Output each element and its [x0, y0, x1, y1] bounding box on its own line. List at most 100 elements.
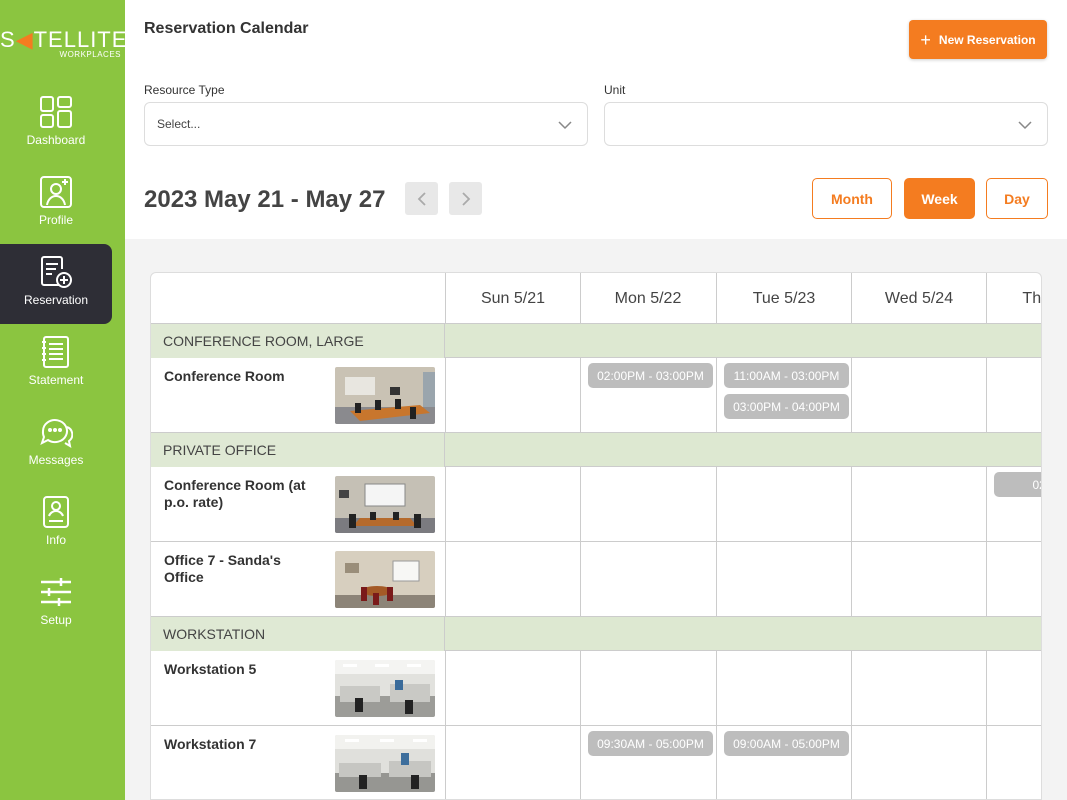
resource-photo [335, 660, 435, 717]
unit-label: Unit [604, 83, 626, 97]
day-cell[interactable] [580, 467, 715, 542]
day-cell[interactable] [986, 358, 1041, 433]
info-icon [43, 496, 69, 528]
day-cell[interactable] [716, 542, 851, 617]
brand-logo[interactable]: S◀TELLITE WORKPLACES [0, 27, 126, 60]
chevron-right-icon [461, 191, 470, 206]
page-title: Reservation Calendar [144, 20, 309, 37]
sidebar-item-label: Profile [38, 213, 73, 227]
resource-row: Workstation 5 [151, 651, 1041, 726]
setup-icon [41, 578, 71, 606]
resource-row: Office 7 - Sanda's Office [151, 542, 1041, 617]
profile-icon [40, 176, 72, 208]
day-cell[interactable] [851, 467, 986, 542]
sidebar: S◀TELLITE WORKPLACES Dashboard Profile R… [0, 0, 126, 800]
sidebar-item-reservation[interactable]: Reservation [0, 244, 112, 324]
resource-name[interactable]: Office 7 - Sanda's Office [164, 552, 324, 586]
resource-row: Conference Room (at p.o. rate) 02:00PM [151, 467, 1041, 542]
day-cell[interactable] [580, 542, 715, 617]
sidebar-item-info[interactable]: Info [0, 484, 112, 564]
resource-name[interactable]: Conference Room [164, 368, 324, 385]
day-cell[interactable] [851, 651, 986, 726]
next-week-button[interactable] [449, 182, 482, 215]
sidebar-item-label: Statement [28, 373, 84, 387]
view-day-button[interactable]: Day [986, 178, 1048, 219]
logo-triangle-icon: ◀ [15, 27, 34, 52]
day-cell[interactable] [445, 542, 580, 617]
day-header[interactable]: Sun 5/21 [445, 273, 580, 324]
section-label: PRIVATE OFFICE [151, 433, 445, 467]
resource-name[interactable]: Workstation 5 [164, 661, 324, 678]
reservation-block[interactable]: 09:30AM - 05:00PM [588, 731, 713, 756]
day-header[interactable]: Tue 5/23 [716, 273, 851, 324]
day-header[interactable]: Wed 5/24 [851, 273, 986, 324]
sidebar-item-profile[interactable]: Profile [0, 164, 112, 244]
resource-row: Conference Room 02:00PM - 03:00PM 11:00AM … [151, 358, 1041, 433]
sidebar-item-statement[interactable]: Statement [0, 324, 112, 404]
sidebar-item-label: Reservation [23, 293, 89, 307]
sidebar-item-dashboard[interactable]: Dashboard [0, 84, 112, 164]
day-cell[interactable] [445, 651, 580, 726]
unit-select[interactable] [604, 102, 1048, 146]
day-cell[interactable] [445, 726, 580, 799]
sidebar-item-label: Setup [40, 613, 72, 627]
section-label: WORKSTATION [151, 617, 445, 651]
day-cell[interactable] [445, 467, 580, 542]
reservation-block[interactable]: 03:00PM - 04:00PM [724, 394, 849, 419]
day-header[interactable]: Thu 5/25 [986, 273, 1041, 324]
day-cell[interactable] [851, 358, 986, 433]
sidebar-item-setup[interactable]: Setup [0, 564, 112, 644]
sidebar-item-messages[interactable]: Messages [0, 404, 112, 484]
reservation-calendar: Sun 5/21Mon 5/22Tue 5/23Wed 5/24Thu 5/25… [150, 272, 1042, 800]
section-row: CONFERENCE ROOM, LARGE [151, 324, 1041, 358]
sidebar-item-label: Messages [28, 453, 84, 467]
statement-icon [42, 336, 69, 368]
resource-photo [335, 476, 435, 533]
section-label: CONFERENCE ROOM, LARGE [151, 324, 445, 358]
day-cell[interactable]: 09:30AM - 05:00PM [580, 726, 715, 799]
reservation-block[interactable]: 02:00PM [994, 472, 1041, 497]
dashboard-icon [40, 96, 72, 128]
view-month-button[interactable]: Month [812, 178, 892, 219]
day-cell[interactable]: 02:00PM [986, 467, 1041, 542]
day-cell[interactable] [580, 651, 715, 726]
resource-name[interactable]: Workstation 7 [164, 736, 324, 753]
sidebar-item-label: Dashboard [26, 133, 86, 147]
day-cell[interactable]: 09:00AM - 05:00PM [716, 726, 851, 799]
sidebar-item-label: Info [45, 533, 66, 547]
day-cell[interactable] [445, 358, 580, 433]
chevron-left-icon [417, 191, 426, 206]
day-cell[interactable] [986, 542, 1041, 617]
day-header[interactable]: Mon 5/22 [580, 273, 715, 324]
day-cell[interactable] [716, 467, 851, 542]
day-cell[interactable] [716, 651, 851, 726]
date-range-title: 2023 May 21 - May 27 [144, 186, 386, 213]
chevron-down-icon [558, 121, 572, 130]
new-reservation-button[interactable]: + New Reservation [909, 20, 1047, 59]
brand-tagline: WORKPLACES [59, 50, 121, 59]
day-cell[interactable] [851, 542, 986, 617]
reservation-block[interactable]: 11:00AM - 03:00PM [724, 363, 849, 388]
day-cell[interactable] [851, 726, 986, 799]
new-reservation-label: New Reservation [938, 32, 1036, 47]
view-week-button[interactable]: Week [904, 178, 975, 219]
section-row: PRIVATE OFFICE [151, 433, 1041, 467]
reservation-icon [41, 256, 72, 288]
day-cell[interactable] [986, 726, 1041, 799]
chevron-down-icon [1018, 121, 1032, 130]
reservation-block[interactable]: 02:00PM - 03:00PM [588, 363, 713, 388]
day-cell[interactable]: 02:00PM - 03:00PM [580, 358, 715, 433]
reservation-block[interactable]: 09:00AM - 05:00PM [724, 731, 849, 756]
resource-row: Workstation 7 09:30AM - 05:00PM 09:00AM - … [151, 726, 1041, 799]
section-row: WORKSTATION [151, 617, 1041, 651]
resource-type-value: Select... [157, 117, 201, 131]
resource-type-label: Resource Type [144, 83, 225, 97]
resource-name[interactable]: Conference Room (at p.o. rate) [164, 477, 324, 511]
day-cell[interactable] [986, 651, 1041, 726]
resource-photo [335, 735, 435, 792]
day-cell[interactable]: 11:00AM - 03:00PM 03:00PM - 04:00PM [716, 358, 851, 433]
prev-week-button[interactable] [405, 182, 438, 215]
calendar-header-row: Sun 5/21Mon 5/22Tue 5/23Wed 5/24Thu 5/25 [151, 273, 1041, 324]
resource-photo [335, 367, 435, 424]
resource-type-select[interactable]: Select... [144, 102, 588, 146]
